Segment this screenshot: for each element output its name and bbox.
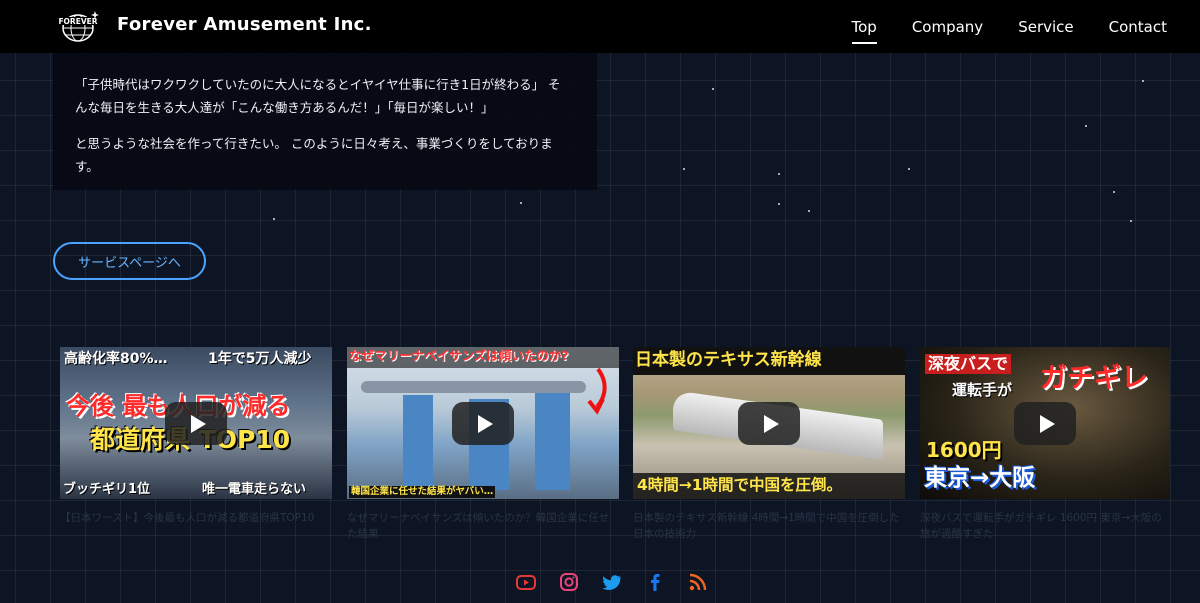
thumb-text: 深夜バスで	[925, 354, 1012, 374]
intro-paragraph-1: 「子供時代はワクワクしていたのに大人になるとイヤイヤ仕事に行き1日が終わる」 そ…	[75, 77, 561, 115]
play-button-icon[interactable]	[1014, 402, 1076, 445]
star	[778, 203, 780, 205]
nav-company[interactable]: Company	[912, 12, 983, 42]
video-thumbnail-4[interactable]: 深夜バスで 運転手が ガチギレ 1600円 東京→大阪	[920, 347, 1170, 499]
social-links	[515, 571, 709, 593]
main-nav: Top Company Service Contact	[851, 0, 1167, 53]
service-page-button[interactable]: サービスページへ	[53, 242, 206, 280]
logo-text: FOREVER	[58, 17, 97, 26]
thumb-text: 高齢化率80%…	[64, 351, 168, 367]
thumb-text: 1600円	[926, 438, 1002, 462]
thumb-text: ガチギレ	[1040, 363, 1148, 394]
video-thumbnail-1[interactable]: 高齢化率80%… 1年で5万人減少 今後 最も人口が減る 都道府県 TOP10 …	[60, 347, 332, 499]
star	[908, 168, 910, 170]
thumb-text: ブッチギリ1位	[63, 482, 151, 497]
brand-name[interactable]: Forever Amusement Inc.	[117, 14, 372, 35]
nav-top[interactable]: Top	[851, 12, 878, 44]
site-header: FOREVER Forever Amusement Inc. Top Compa…	[0, 0, 1200, 53]
thumb-text: なぜマリーナベイサンズは傾いたのか?	[349, 348, 569, 363]
thumb-text: 日本製のテキサス新幹線	[635, 350, 822, 370]
star	[712, 88, 714, 90]
thumb-text: 1年で5万人減少	[208, 351, 312, 367]
company-logo-icon[interactable]: FOREVER	[58, 8, 100, 44]
star	[1113, 191, 1115, 193]
star	[1142, 80, 1144, 82]
youtube-icon[interactable]	[515, 571, 537, 593]
star	[683, 168, 685, 170]
video-caption-1[interactable]: 【日本ワースト】今後最も人口が減る都道府県TOP10	[60, 510, 332, 544]
intro-paragraph-2: と思うような社会を作って行きたい。 このように日々考え、事業づくりをしております…	[75, 136, 553, 174]
instagram-icon[interactable]	[558, 571, 580, 593]
thumb-text: 唯一電車走らない	[202, 482, 307, 497]
star	[520, 202, 522, 204]
play-button-icon[interactable]	[738, 402, 800, 445]
video-thumbnail-3[interactable]: 日本製のテキサス新幹線 4時間→1時間で中国を圧倒。	[633, 347, 905, 499]
rss-icon[interactable]	[687, 571, 709, 593]
star	[808, 210, 810, 212]
tower-shape	[535, 391, 570, 490]
thumb-text: 4時間→1時間で中国を圧倒。	[637, 476, 843, 494]
video-caption-2[interactable]: なぜマリーナベイサンズは傾いたのか？韓国企業に任せた結果	[347, 510, 619, 544]
video-caption-4[interactable]: 深夜バスで運転手がガチギレ 1600円 東京→大阪の旅が過酷すぎた	[920, 510, 1170, 544]
thumb-text: 韓国企業に任せた結果がヤバい…	[349, 486, 496, 498]
nav-contact[interactable]: Contact	[1109, 12, 1167, 42]
star	[273, 218, 275, 220]
video-thumbnail-2[interactable]: なぜマリーナベイサンズは傾いたのか? 韓国企業に任せた結果がヤバい…	[347, 347, 619, 499]
twitter-icon[interactable]	[601, 571, 623, 593]
star	[1130, 220, 1132, 222]
tower-shape	[403, 395, 433, 490]
arrow-icon	[587, 367, 607, 415]
thumb-text: 東京→大阪	[924, 465, 1036, 491]
nav-service[interactable]: Service	[1018, 12, 1073, 42]
play-button-icon[interactable]	[452, 402, 514, 445]
intro-card: 「子供時代はワクワクしていたのに大人になるとイヤイヤ仕事に行き1日が終わる」 そ…	[53, 45, 597, 190]
facebook-icon[interactable]	[644, 571, 666, 593]
skypark-shape	[361, 381, 586, 393]
star	[1085, 125, 1087, 127]
thumb-text: 運転手が	[952, 381, 1013, 399]
video-caption-3[interactable]: 日本製のテキサス新幹線 4時間→1時間で中国を圧倒した日本の技術力	[633, 510, 905, 544]
star	[778, 173, 780, 175]
play-button-icon[interactable]	[165, 402, 227, 445]
